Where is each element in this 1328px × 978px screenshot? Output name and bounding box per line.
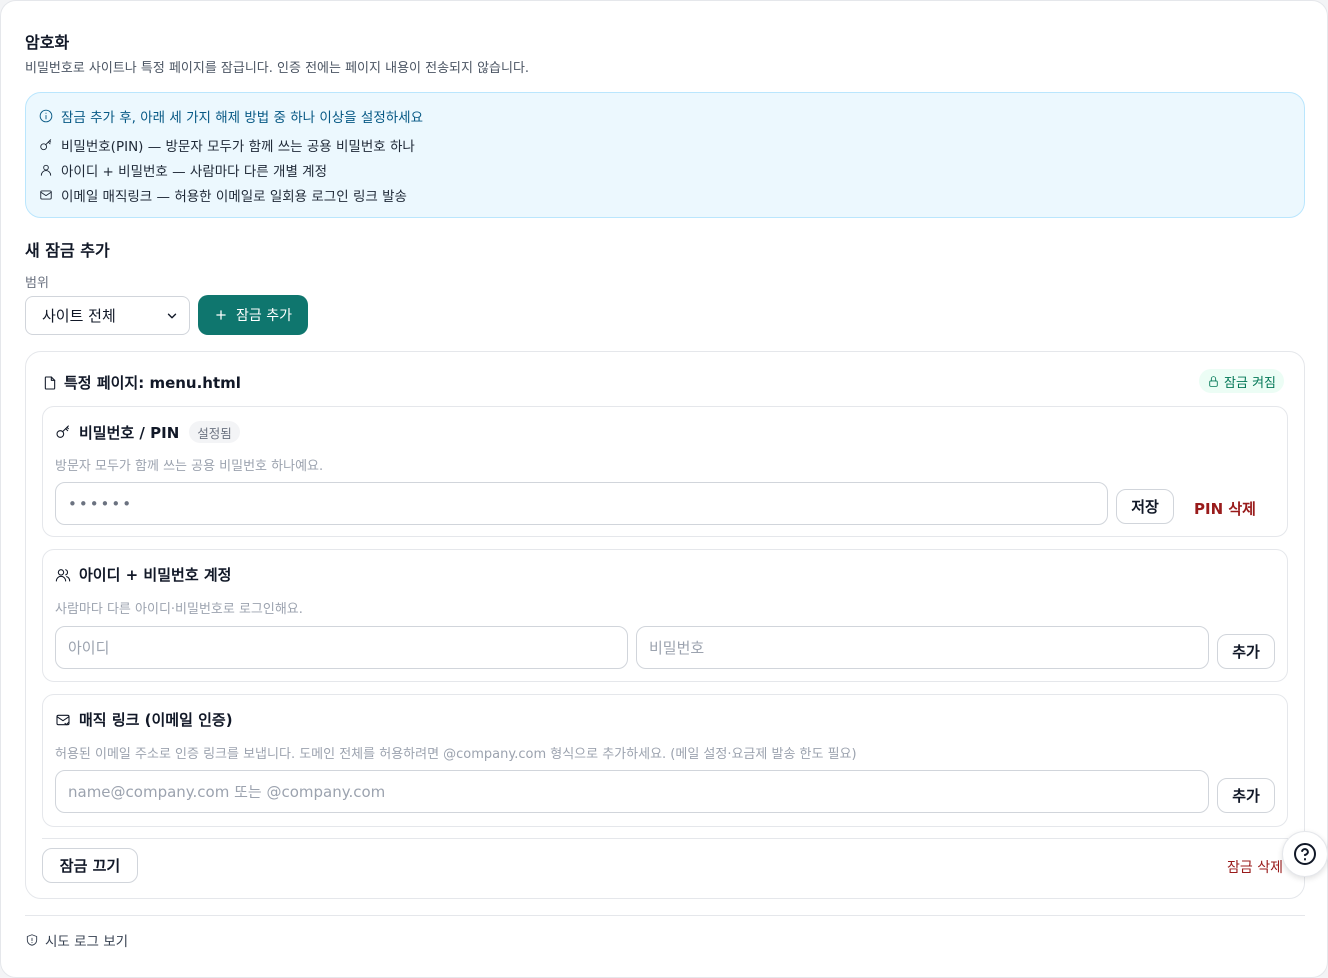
scope-select[interactable]: 사이트 전체 xyxy=(25,296,190,335)
page-title: 암호화 xyxy=(25,33,70,52)
page-description: 비밀번호로 사이트나 특정 페이지를 잠급니다. 인증 전에는 페이지 내용이 … xyxy=(25,61,530,76)
key-icon xyxy=(56,425,69,438)
info-item-pin: 비밀번호(PIN) — 방문자 모두가 함께 쓰는 공용 비밀번호 하나 xyxy=(39,135,415,155)
account-password-input[interactable]: 비밀번호 xyxy=(636,626,1209,669)
pin-save-button[interactable]: 저장 xyxy=(1116,489,1174,524)
chevron-down-icon xyxy=(167,313,177,318)
lock-status-text: 잠금 켜짐 xyxy=(1224,375,1276,391)
pin-section-header: 비밀번호 / PIN 설정됨 xyxy=(55,421,240,443)
magic-link-section-header: 매직 링크 (이메일 인증) xyxy=(55,709,233,730)
magic-email-input[interactable]: name@company.com 또는 @company.com xyxy=(55,770,1209,813)
help-icon xyxy=(1294,843,1316,865)
lock-icon xyxy=(1209,375,1218,387)
add-lock-button[interactable]: 잠금 추가 xyxy=(198,295,308,335)
user-icon xyxy=(40,164,52,176)
plus-icon xyxy=(216,310,226,320)
add-lock-button-label: 잠금 추가 xyxy=(236,308,292,324)
key-icon xyxy=(40,139,52,151)
scope-label: 범위 xyxy=(25,276,49,291)
disable-lock-button[interactable]: 잠금 끄기 xyxy=(42,848,138,883)
magic-link-description: 허용된 이메일 주소로 인증 링크를 보냅니다. 도메인 전체를 허용하려면 @… xyxy=(55,747,857,762)
attempt-log-link[interactable]: 시도 로그 보기 xyxy=(25,930,128,950)
account-id-input[interactable]: 아이디 xyxy=(55,626,628,669)
attempt-log-label: 시도 로그 보기 xyxy=(45,934,129,950)
info-item-account: 아이디 + 비밀번호 — 사람마다 다른 개별 계정 xyxy=(39,160,327,180)
pin-input[interactable]: •••••• xyxy=(55,482,1108,525)
pin-section: 비밀번호 / PIN 설정됨 방문자 모두가 함께 쓰는 공용 비밀번호 하나예… xyxy=(42,406,1288,537)
accounts-section-title: 아이디 + 비밀번호 계정 xyxy=(79,566,232,584)
pin-section-title: 비밀번호 / PIN xyxy=(79,423,180,442)
info-item-magic: 이메일 매직링크 — 허용한 이메일로 일회용 로그인 링크 발송 xyxy=(39,185,407,205)
accounts-section-header: 아이디 + 비밀번호 계정 xyxy=(55,564,231,585)
card-divider xyxy=(42,838,1288,839)
info-heading-row: 잠금 추가 후, 아래 세 가지 해제 방법 중 하나 이상을 설정하세요 xyxy=(39,106,423,126)
accounts-description: 사람마다 다른 아이디·비밀번호로 로그인해요. xyxy=(55,602,303,617)
new-lock-title: 새 잠금 추가 xyxy=(25,241,110,260)
pin-set-badge: 설정됨 xyxy=(189,421,240,443)
users-icon xyxy=(55,568,71,582)
info-item-text: 비밀번호(PIN) — 방문자 모두가 함께 쓰는 공용 비밀번호 하나 xyxy=(61,139,415,155)
info-box: 잠금 추가 후, 아래 세 가지 해제 방법 중 하나 이상을 설정하세요 비밀… xyxy=(25,92,1305,218)
lock-status-badge: 잠금 켜짐 xyxy=(1199,369,1284,393)
lock-card-title-row: 특정 페이지: menu.html xyxy=(42,372,241,393)
accounts-section: 아이디 + 비밀번호 계정 사람마다 다른 아이디·비밀번호로 로그인해요. 아… xyxy=(42,549,1288,682)
info-item-text: 이메일 매직링크 — 허용한 이메일로 일회용 로그인 링크 발송 xyxy=(61,189,407,205)
help-button[interactable] xyxy=(1282,831,1328,877)
lock-card: 특정 페이지: menu.html 잠금 켜짐 비밀번호 / PIN 설정됨 방… xyxy=(25,351,1305,899)
magic-link-section: 매직 링크 (이메일 인증) 허용된 이메일 주소로 인증 링크를 보냅니다. … xyxy=(42,694,1288,827)
lock-card-title: 특정 페이지: menu.html xyxy=(64,374,241,392)
info-item-text: 아이디 + 비밀번호 — 사람마다 다른 개별 계정 xyxy=(61,164,327,180)
info-icon xyxy=(39,109,53,123)
mail-icon xyxy=(40,190,52,200)
scope-select-value: 사이트 전체 xyxy=(42,307,116,325)
pin-delete-button[interactable]: PIN 삭제 xyxy=(1194,498,1256,519)
mail-check-icon xyxy=(56,714,70,725)
info-heading: 잠금 추가 후, 아래 세 가지 해제 방법 중 하나 이상을 설정하세요 xyxy=(61,110,423,126)
magic-link-section-title: 매직 링크 (이메일 인증) xyxy=(79,711,233,729)
account-add-button[interactable]: 추가 xyxy=(1217,634,1275,669)
shield-icon xyxy=(26,934,38,946)
file-icon xyxy=(44,375,56,390)
footer-divider xyxy=(25,915,1305,916)
magic-add-button[interactable]: 추가 xyxy=(1217,778,1275,813)
encryption-panel: 암호화 비밀번호로 사이트나 특정 페이지를 잠급니다. 인증 전에는 페이지 … xyxy=(0,0,1328,978)
pin-description: 방문자 모두가 함께 쓰는 공용 비밀번호 하나예요. xyxy=(55,459,324,474)
delete-lock-button[interactable]: 잠금 삭제 xyxy=(1227,857,1283,877)
